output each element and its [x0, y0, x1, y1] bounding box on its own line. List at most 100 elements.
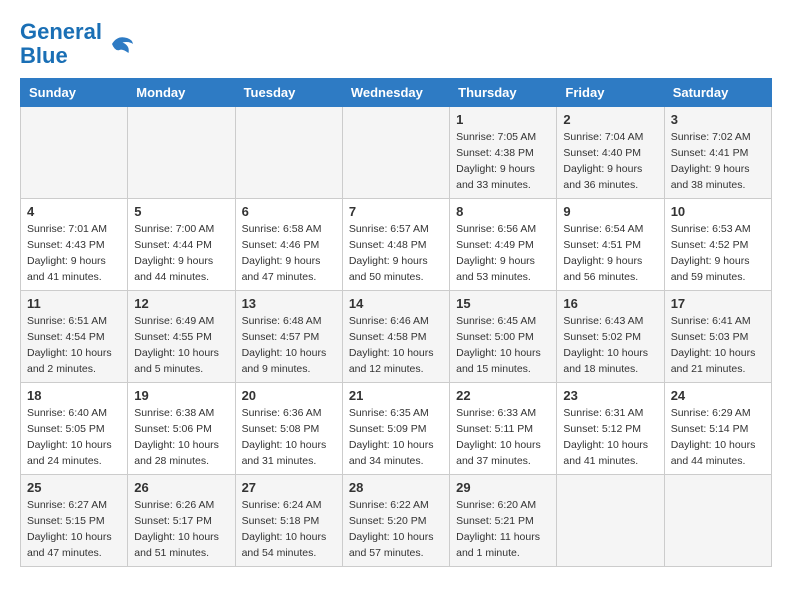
calendar-col-header: Monday	[128, 79, 235, 107]
calendar-cell	[128, 107, 235, 199]
calendar-cell: 25 Sunrise: 6:27 AM Sunset: 5:15 PM Dayli…	[21, 475, 128, 567]
day-info: Sunrise: 6:45 AM Sunset: 5:00 PM Dayligh…	[456, 314, 550, 377]
day-number: 24	[671, 388, 765, 403]
calendar-header-row: SundayMondayTuesdayWednesdayThursdayFrid…	[21, 79, 772, 107]
logo-general: General	[20, 19, 102, 44]
day-number: 14	[349, 296, 443, 311]
calendar-cell: 20 Sunrise: 6:36 AM Sunset: 5:08 PM Dayli…	[235, 383, 342, 475]
day-number: 10	[671, 204, 765, 219]
calendar-cell: 23Sunrise: 6:31 AM Sunset: 5:12 PM Dayli…	[557, 383, 664, 475]
day-info: Sunrise: 7:02 AM Sunset: 4:41 PM Dayligh…	[671, 130, 765, 193]
day-info: Sunrise: 6:35 AM Sunset: 5:09 PM Dayligh…	[349, 406, 443, 469]
day-number: 25	[27, 480, 121, 495]
day-number: 17	[671, 296, 765, 311]
calendar-cell: 14 Sunrise: 6:46 AM Sunset: 4:58 PM Dayli…	[342, 291, 449, 383]
logo-text: General Blue	[20, 20, 102, 68]
day-number: 5	[134, 204, 228, 219]
day-number: 27	[242, 480, 336, 495]
day-info: Sunrise: 6:36 AM Sunset: 5:08 PM Dayligh…	[242, 406, 336, 469]
calendar-table: SundayMondayTuesdayWednesdayThursdayFrid…	[20, 78, 772, 567]
day-number: 16	[563, 296, 657, 311]
calendar-cell: 12 Sunrise: 6:49 AM Sunset: 4:55 PM Dayli…	[128, 291, 235, 383]
day-info: Sunrise: 7:01 AM Sunset: 4:43 PM Dayligh…	[27, 222, 121, 285]
calendar-cell	[342, 107, 449, 199]
calendar-body: 1Sunrise: 7:05 AM Sunset: 4:38 PM Daylig…	[21, 107, 772, 567]
day-info: Sunrise: 6:57 AM Sunset: 4:48 PM Dayligh…	[349, 222, 443, 285]
calendar-cell: 4Sunrise: 7:01 AM Sunset: 4:43 PM Daylig…	[21, 199, 128, 291]
calendar-cell: 22 Sunrise: 6:33 AM Sunset: 5:11 PM Dayli…	[450, 383, 557, 475]
calendar-cell: 19 Sunrise: 6:38 AM Sunset: 5:06 PM Dayli…	[128, 383, 235, 475]
day-number: 21	[349, 388, 443, 403]
day-info: Sunrise: 6:40 AM Sunset: 5:05 PM Dayligh…	[27, 406, 121, 469]
calendar-cell: 26Sunrise: 6:26 AM Sunset: 5:17 PM Dayli…	[128, 475, 235, 567]
day-number: 12	[134, 296, 228, 311]
day-number: 19	[134, 388, 228, 403]
day-info: Sunrise: 6:41 AM Sunset: 5:03 PM Dayligh…	[671, 314, 765, 377]
day-info: Sunrise: 6:58 AM Sunset: 4:46 PM Dayligh…	[242, 222, 336, 285]
day-number: 1	[456, 112, 550, 127]
day-info: Sunrise: 6:20 AM Sunset: 5:21 PM Dayligh…	[456, 498, 550, 561]
calendar-cell: 15 Sunrise: 6:45 AM Sunset: 5:00 PM Dayli…	[450, 291, 557, 383]
calendar-cell: 3 Sunrise: 7:02 AM Sunset: 4:41 PM Daylig…	[664, 107, 771, 199]
calendar-col-header: Thursday	[450, 79, 557, 107]
calendar-week-row: 1Sunrise: 7:05 AM Sunset: 4:38 PM Daylig…	[21, 107, 772, 199]
calendar-cell: 7Sunrise: 6:57 AM Sunset: 4:48 PM Daylig…	[342, 199, 449, 291]
calendar-cell: 2 Sunrise: 7:04 AM Sunset: 4:40 PM Daylig…	[557, 107, 664, 199]
calendar-cell: 11 Sunrise: 6:51 AM Sunset: 4:54 PM Dayli…	[21, 291, 128, 383]
calendar-col-header: Tuesday	[235, 79, 342, 107]
day-info: Sunrise: 7:04 AM Sunset: 4:40 PM Dayligh…	[563, 130, 657, 193]
day-info: Sunrise: 6:56 AM Sunset: 4:49 PM Dayligh…	[456, 222, 550, 285]
calendar-cell	[21, 107, 128, 199]
day-info: Sunrise: 6:46 AM Sunset: 4:58 PM Dayligh…	[349, 314, 443, 377]
calendar-cell: 28 Sunrise: 6:22 AM Sunset: 5:20 PM Dayli…	[342, 475, 449, 567]
day-number: 13	[242, 296, 336, 311]
day-number: 22	[456, 388, 550, 403]
calendar-cell: 9 Sunrise: 6:54 AM Sunset: 4:51 PM Daylig…	[557, 199, 664, 291]
calendar-week-row: 25 Sunrise: 6:27 AM Sunset: 5:15 PM Dayli…	[21, 475, 772, 567]
logo: General Blue	[20, 20, 136, 68]
calendar-cell: 13 Sunrise: 6:48 AM Sunset: 4:57 PM Dayli…	[235, 291, 342, 383]
day-info: Sunrise: 6:29 AM Sunset: 5:14 PM Dayligh…	[671, 406, 765, 469]
calendar-cell: 18Sunrise: 6:40 AM Sunset: 5:05 PM Dayli…	[21, 383, 128, 475]
day-info: Sunrise: 6:26 AM Sunset: 5:17 PM Dayligh…	[134, 498, 228, 561]
calendar-week-row: 11 Sunrise: 6:51 AM Sunset: 4:54 PM Dayli…	[21, 291, 772, 383]
calendar-cell: 10 Sunrise: 6:53 AM Sunset: 4:52 PM Dayli…	[664, 199, 771, 291]
day-info: Sunrise: 6:53 AM Sunset: 4:52 PM Dayligh…	[671, 222, 765, 285]
day-number: 2	[563, 112, 657, 127]
day-info: Sunrise: 6:48 AM Sunset: 4:57 PM Dayligh…	[242, 314, 336, 377]
calendar-col-header: Wednesday	[342, 79, 449, 107]
day-number: 28	[349, 480, 443, 495]
calendar-cell: 29 Sunrise: 6:20 AM Sunset: 5:21 PM Dayli…	[450, 475, 557, 567]
day-info: Sunrise: 6:51 AM Sunset: 4:54 PM Dayligh…	[27, 314, 121, 377]
calendar-col-header: Friday	[557, 79, 664, 107]
day-info: Sunrise: 6:49 AM Sunset: 4:55 PM Dayligh…	[134, 314, 228, 377]
day-number: 20	[242, 388, 336, 403]
day-number: 9	[563, 204, 657, 219]
day-info: Sunrise: 6:54 AM Sunset: 4:51 PM Dayligh…	[563, 222, 657, 285]
day-info: Sunrise: 7:00 AM Sunset: 4:44 PM Dayligh…	[134, 222, 228, 285]
day-info: Sunrise: 6:38 AM Sunset: 5:06 PM Dayligh…	[134, 406, 228, 469]
logo-bird-icon	[106, 29, 136, 59]
day-number: 8	[456, 204, 550, 219]
day-number: 6	[242, 204, 336, 219]
calendar-cell	[235, 107, 342, 199]
day-info: Sunrise: 6:27 AM Sunset: 5:15 PM Dayligh…	[27, 498, 121, 561]
calendar-week-row: 18Sunrise: 6:40 AM Sunset: 5:05 PM Dayli…	[21, 383, 772, 475]
day-number: 15	[456, 296, 550, 311]
calendar-week-row: 4Sunrise: 7:01 AM Sunset: 4:43 PM Daylig…	[21, 199, 772, 291]
day-number: 29	[456, 480, 550, 495]
day-number: 3	[671, 112, 765, 127]
page-header: General Blue	[20, 20, 772, 68]
day-info: Sunrise: 6:24 AM Sunset: 5:18 PM Dayligh…	[242, 498, 336, 561]
calendar-cell: 17 Sunrise: 6:41 AM Sunset: 5:03 PM Dayli…	[664, 291, 771, 383]
calendar-cell	[557, 475, 664, 567]
day-info: Sunrise: 6:33 AM Sunset: 5:11 PM Dayligh…	[456, 406, 550, 469]
calendar-cell: 6 Sunrise: 6:58 AM Sunset: 4:46 PM Daylig…	[235, 199, 342, 291]
day-info: Sunrise: 6:22 AM Sunset: 5:20 PM Dayligh…	[349, 498, 443, 561]
calendar-cell: 1Sunrise: 7:05 AM Sunset: 4:38 PM Daylig…	[450, 107, 557, 199]
day-number: 11	[27, 296, 121, 311]
calendar-cell: 21 Sunrise: 6:35 AM Sunset: 5:09 PM Dayli…	[342, 383, 449, 475]
calendar-cell: 24 Sunrise: 6:29 AM Sunset: 5:14 PM Dayli…	[664, 383, 771, 475]
calendar-cell: 16Sunrise: 6:43 AM Sunset: 5:02 PM Dayli…	[557, 291, 664, 383]
calendar-cell: 5 Sunrise: 7:00 AM Sunset: 4:44 PM Daylig…	[128, 199, 235, 291]
